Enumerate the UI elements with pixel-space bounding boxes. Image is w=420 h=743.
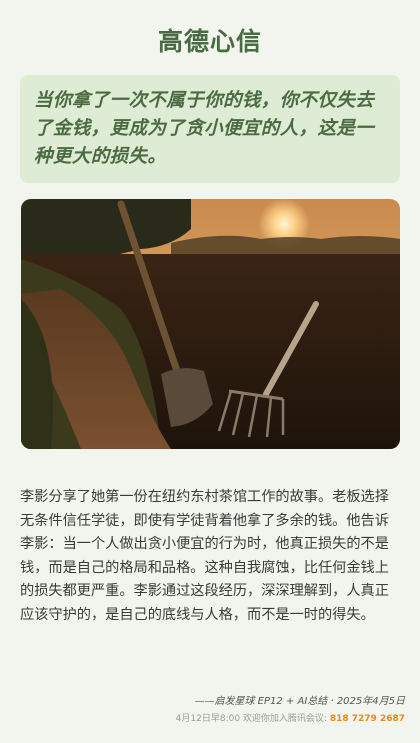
page: 高德心信 当你拿了一次不属于你的钱，你不仅失去了金钱，更成为了贪小便宜的人，这是…: [0, 0, 420, 743]
quote-card: 当你拿了一次不属于你的钱，你不仅失去了金钱，更成为了贪小便宜的人，这是一种更大的…: [20, 75, 400, 183]
quote-text: 当你拿了一次不属于你的钱，你不仅失去了金钱，更成为了贪小便宜的人，这是一种更大的…: [34, 90, 375, 167]
meeting-id: 818 7279 2687: [329, 714, 405, 724]
meeting-invite-text: 4月12日早8:00 欢迎你加入腾讯会议:: [175, 714, 327, 724]
meeting-invite: 4月12日早8:00 欢迎你加入腾讯会议: 818 7279 2687: [176, 711, 405, 724]
story-paragraph: 李影分享了她第一份在纽约东村茶馆工作的故事。老板选择无条件信任学徒，即使有学徒背…: [20, 489, 389, 623]
source-signature: ——启发星球 EP12 + AI总结 · 2025年4月5日: [194, 696, 406, 707]
field-tools-photo: [21, 199, 400, 449]
page-title: 高德心信: [157, 27, 262, 56]
